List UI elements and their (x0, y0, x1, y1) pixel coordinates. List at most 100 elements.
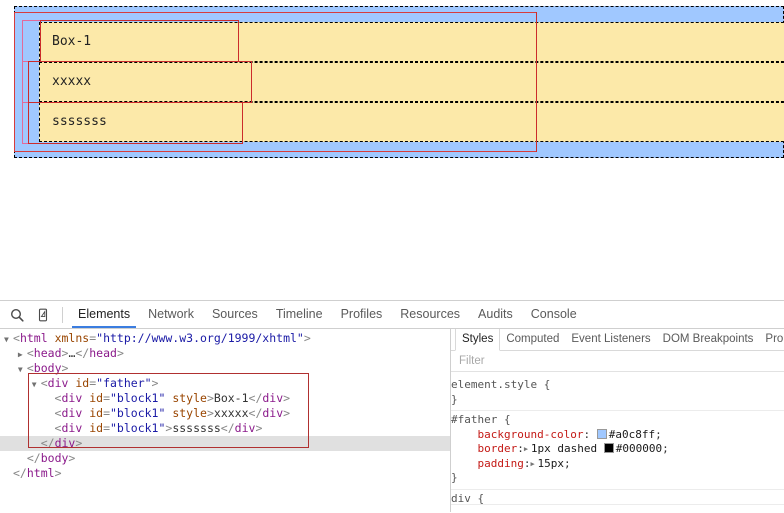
dom-token-pn (48, 331, 55, 345)
color-swatch[interactable] (596, 428, 607, 439)
dom-token-pn: > (54, 466, 62, 480)
devtools-tab-elements[interactable]: Elements (69, 301, 139, 328)
devtools-tab-sources[interactable]: Sources (203, 301, 267, 328)
devtools-panel: Elements Network Sources Timeline Profiles Re… (0, 300, 784, 513)
styles-filter-row[interactable]: Filter (451, 351, 784, 372)
styles-sidebar-tab-styles[interactable]: Styles (455, 329, 501, 351)
dom-spacer (46, 392, 55, 407)
css-rule[interactable]: element.style {} (451, 376, 784, 411)
dom-token-pn: > (61, 361, 69, 375)
dom-token-pn: < (26, 346, 34, 360)
dom-token-tx: Box-1 (213, 391, 249, 405)
devtools-toolbar: Elements Network Sources Timeline Profiles Re… (0, 301, 784, 329)
dom-token-pn: > (283, 406, 291, 420)
css-property-value[interactable]: #a0c8ff (609, 428, 655, 441)
styles-sidebar-tab-dom-breakpoints[interactable]: DOM Breakpoints (657, 329, 760, 350)
block-div-1[interactable]: Box-1 (39, 22, 784, 62)
dom-tree-line[interactable]: ▶ <head>…</head> (0, 346, 450, 361)
styles-filter-placeholder: Filter (459, 355, 485, 367)
devtools-tab-timeline[interactable]: Timeline (267, 301, 332, 328)
devtools-tab-resources[interactable]: Resources (391, 301, 469, 328)
css-close-brace: } (451, 471, 458, 484)
chevron-down-icon[interactable]: ▼ (32, 377, 41, 392)
css-open-brace: { (497, 413, 511, 426)
dom-token-tw: body (33, 361, 62, 375)
dom-token-tw: div (234, 421, 256, 435)
chevron-down-icon[interactable]: ▼ (18, 362, 27, 377)
dom-tree-line[interactable]: ▼ <div id="father"> (0, 376, 450, 391)
chevron-right-icon[interactable]: ▶ (524, 442, 531, 457)
styles-sidebar-pane: Styles Computed Event Listeners DOM Breakpo… (450, 329, 784, 512)
block-3-text: sssssss (52, 114, 107, 129)
css-property-value-extra[interactable]: #000000 (616, 442, 662, 455)
css-selector[interactable]: element.style (451, 378, 537, 391)
dom-token-at: id (89, 391, 104, 405)
devtools-tab-audits[interactable]: Audits (469, 301, 522, 328)
dom-tree-line[interactable]: <div id="block1" style>Box-1</div> (0, 391, 450, 406)
block-div-2[interactable]: xxxxx (39, 62, 784, 102)
dom-tree-line[interactable]: </div> (0, 436, 450, 451)
dom-indent (4, 346, 18, 360)
devtools-tab-profiles[interactable]: Profiles (332, 301, 392, 328)
dom-token-tw: html (19, 331, 48, 345)
css-open-brace: { (537, 378, 551, 391)
css-property-value[interactable]: 15px (537, 457, 564, 470)
styles-sidebar-tab-computed[interactable]: Computed (500, 329, 565, 350)
dom-spacer (18, 452, 27, 467)
device-toolbar-icon[interactable] (30, 302, 56, 328)
dom-token-av: "block1" (110, 391, 166, 405)
dom-tree-line[interactable]: ▼ <html xmlns="http://www.w3.org/1999/xht… (0, 331, 450, 346)
css-property-name[interactable]: border (478, 442, 518, 455)
chevron-down-icon[interactable]: ▼ (4, 332, 13, 347)
styles-sidebar-tab-event-listeners[interactable]: Event Listeners (565, 329, 656, 350)
css-property-value[interactable]: 1px dashed (531, 442, 597, 455)
dom-token-av: "block1" (110, 406, 166, 420)
dom-token-pn: > (75, 436, 83, 450)
css-selector[interactable]: #father (451, 413, 497, 426)
dom-token-pn: > (206, 406, 214, 420)
father-div[interactable]: Box-1 xxxxx sssssss (14, 6, 784, 158)
css-rule[interactable]: div {} (451, 490, 784, 505)
dom-indent (4, 391, 46, 405)
browser-page-viewport: Box-1 xxxxx sssssss (0, 0, 784, 300)
dom-token-pn: = (103, 421, 110, 435)
dom-tree-line[interactable]: <div id="block1">sssssss</div> (0, 421, 450, 436)
dom-token-pn: </ (26, 451, 41, 465)
dom-spacer (46, 407, 55, 422)
color-swatch[interactable] (603, 443, 614, 453)
dom-token-pn: > (255, 421, 263, 435)
css-declaration[interactable]: background-color: #a0c8ff; (451, 428, 784, 443)
dom-token-pn: > (68, 451, 76, 465)
dom-tree-line[interactable]: </html> (0, 466, 450, 481)
dom-tree-line[interactable]: ▼ <body> (0, 361, 450, 376)
css-property-name[interactable]: padding (478, 457, 524, 470)
dom-indent (4, 421, 46, 435)
dom-token-pn: > (116, 346, 124, 360)
dom-token-tx: xxxxx (213, 406, 249, 420)
dom-token-tw: div (61, 406, 83, 420)
dom-token-tw: div (262, 406, 284, 420)
styles-sidebar-tab-prop[interactable]: Prop (759, 329, 784, 350)
dom-tree-pane[interactable]: ▼ <html xmlns="http://www.w3.org/1999/xht… (0, 329, 450, 512)
search-icon[interactable] (4, 302, 30, 328)
chevron-right-icon[interactable]: ▶ (18, 347, 27, 362)
css-declaration[interactable]: border:▶ 1px dashed #000000; (451, 442, 784, 457)
toolbar-divider (62, 306, 63, 323)
dom-spacer (46, 422, 55, 437)
devtools-tab-strip: Elements Network Sources Timeline Profiles Re… (69, 301, 586, 329)
dom-token-tw: div (47, 376, 69, 390)
css-rule[interactable]: #father { background-color: #a0c8ff; bor… (451, 411, 784, 490)
dom-token-at: xmlns (54, 331, 90, 345)
devtools-tab-network[interactable]: Network (139, 301, 203, 328)
css-declaration[interactable]: padding:▶ 15px; (451, 457, 784, 472)
css-rule-selector-line: #father { (451, 413, 784, 428)
block-div-3[interactable]: sssssss (39, 102, 784, 142)
devtools-tab-console[interactable]: Console (522, 301, 586, 328)
css-property-name[interactable]: background-color (478, 428, 584, 441)
css-selector[interactable]: div (451, 492, 471, 504)
dom-tree-line[interactable]: </body> (0, 451, 450, 466)
dom-token-at: id (75, 376, 90, 390)
dom-token-tw: head (89, 346, 117, 360)
css-semicolon: ; (563, 456, 571, 470)
dom-tree-line[interactable]: <div id="block1" style>xxxxx</div> (0, 406, 450, 421)
